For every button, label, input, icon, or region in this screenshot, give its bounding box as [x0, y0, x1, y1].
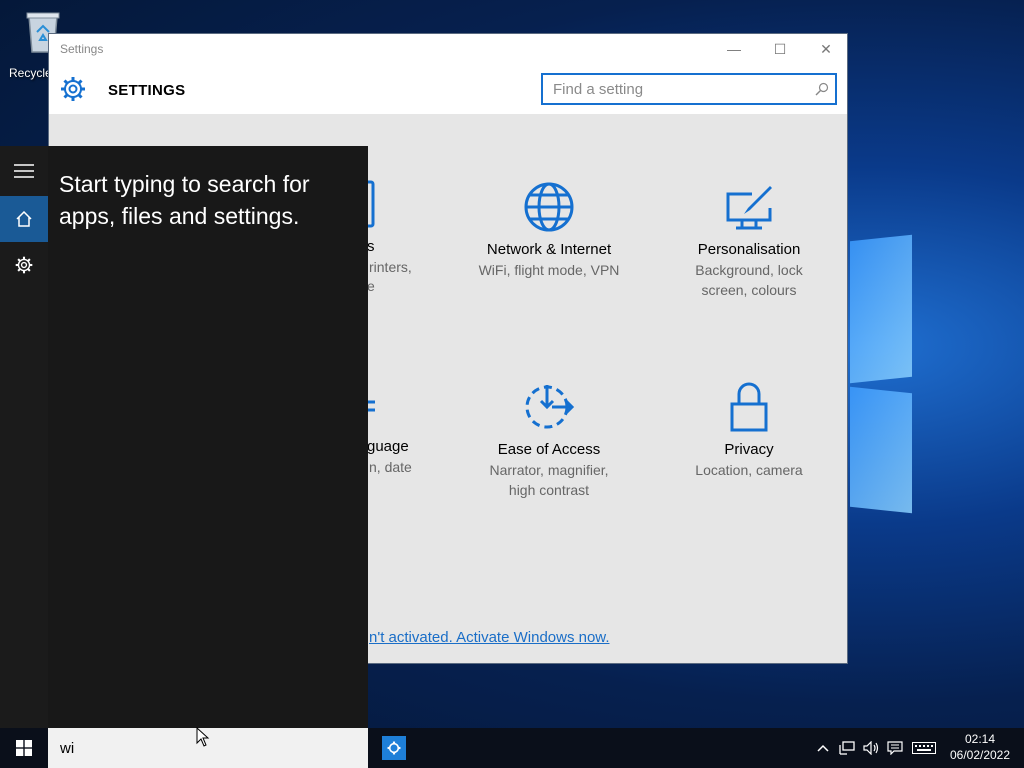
recycle-bin-label: Recycle	[9, 66, 52, 80]
tile-desc: Narrator, magnifier,	[489, 462, 609, 478]
window-title: Settings	[60, 42, 104, 56]
time-language-tile-desc: n, date	[369, 459, 412, 475]
tile-desc: screen, colours	[701, 282, 797, 298]
tile-name: Privacy	[724, 441, 774, 458]
gear-icon	[61, 77, 85, 101]
devices-tile-desc: e	[367, 278, 375, 294]
tile-name: Network & Internet	[486, 241, 612, 258]
window-titlebar[interactable]: Settings — ☐ ✕	[49, 34, 847, 64]
minimize-button[interactable]: —	[711, 34, 757, 64]
paintbrush-icon	[726, 186, 772, 230]
maximize-icon: ☐	[773, 40, 787, 57]
tile-ease-of-access[interactable]: Ease of Access Narrator, magnifier, high…	[449, 380, 649, 500]
tile-desc: WiFi, flight mode, VPN	[478, 262, 620, 278]
minimize-icon: —	[727, 41, 741, 57]
ease-of-access-icon	[525, 385, 575, 429]
clock-date: 06/02/2022	[949, 748, 1011, 762]
hamburger-menu-button[interactable]	[0, 148, 48, 194]
settings-button[interactable]	[0, 242, 48, 288]
tile-network-internet[interactable]: Network & Internet WiFi, flight mode, VP…	[449, 180, 649, 280]
hamburger-icon	[14, 164, 34, 178]
taskbar-settings-app[interactable]	[382, 736, 406, 760]
wallpaper-pane	[850, 386, 912, 514]
home-button[interactable]	[0, 196, 48, 242]
globe-icon	[524, 182, 574, 232]
tile-desc: Background, lock	[695, 262, 803, 278]
gear-icon	[387, 741, 401, 755]
network-icon	[839, 741, 855, 755]
clock-time: 02:14	[964, 732, 996, 746]
devices-tile-desc: rinters,	[369, 259, 412, 275]
action-center-button[interactable]	[884, 728, 906, 768]
search-input[interactable]	[543, 75, 803, 103]
maximize-button[interactable]: ☐	[757, 34, 803, 64]
search-icon	[815, 82, 829, 96]
volume-tray-button[interactable]	[860, 728, 882, 768]
action-center-icon	[887, 741, 903, 755]
gear-icon	[15, 256, 33, 274]
taskbar-clock[interactable]: 02:14 06/02/2022	[940, 731, 1020, 763]
search-panel: Start typing to search for apps, files a…	[48, 146, 368, 728]
time-language-tile-name[interactable]: guage	[367, 438, 409, 455]
volume-icon	[863, 741, 879, 755]
activate-windows-link[interactable]: n't activated. Activate Windows now.	[369, 629, 609, 646]
windows-logo-icon	[16, 740, 32, 756]
start-rail	[0, 146, 48, 728]
keyboard-tray-button[interactable]	[910, 728, 938, 768]
show-hidden-icons-button[interactable]	[814, 728, 832, 768]
wallpaper-pane	[850, 234, 912, 384]
tile-desc: high contrast	[508, 482, 590, 498]
close-icon: ✕	[820, 40, 832, 57]
start-button[interactable]	[0, 728, 48, 768]
page-title: SETTINGS	[108, 82, 186, 99]
close-button[interactable]: ✕	[803, 34, 849, 64]
home-icon	[16, 211, 32, 227]
lock-icon	[730, 382, 768, 432]
devices-tile-name[interactable]: s	[367, 238, 375, 255]
find-setting-search[interactable]	[541, 73, 837, 105]
mouse-cursor-icon	[196, 727, 210, 747]
tile-desc: Location, camera	[695, 462, 803, 478]
chevron-up-icon	[817, 744, 829, 752]
keyboard-icon	[912, 742, 936, 754]
network-tray-button[interactable]	[836, 728, 858, 768]
tile-name: Ease of Access	[497, 441, 601, 458]
tile-name: Personalisation	[697, 241, 801, 258]
tile-privacy[interactable]: Privacy Location, camera	[649, 380, 849, 480]
tile-personalisation[interactable]: Personalisation Background, lock screen,…	[649, 180, 849, 300]
settings-header: SETTINGS	[49, 64, 847, 114]
taskbar: 02:14 06/02/2022	[0, 728, 1024, 768]
search-hint: Start typing to search for apps, files a…	[59, 171, 310, 229]
